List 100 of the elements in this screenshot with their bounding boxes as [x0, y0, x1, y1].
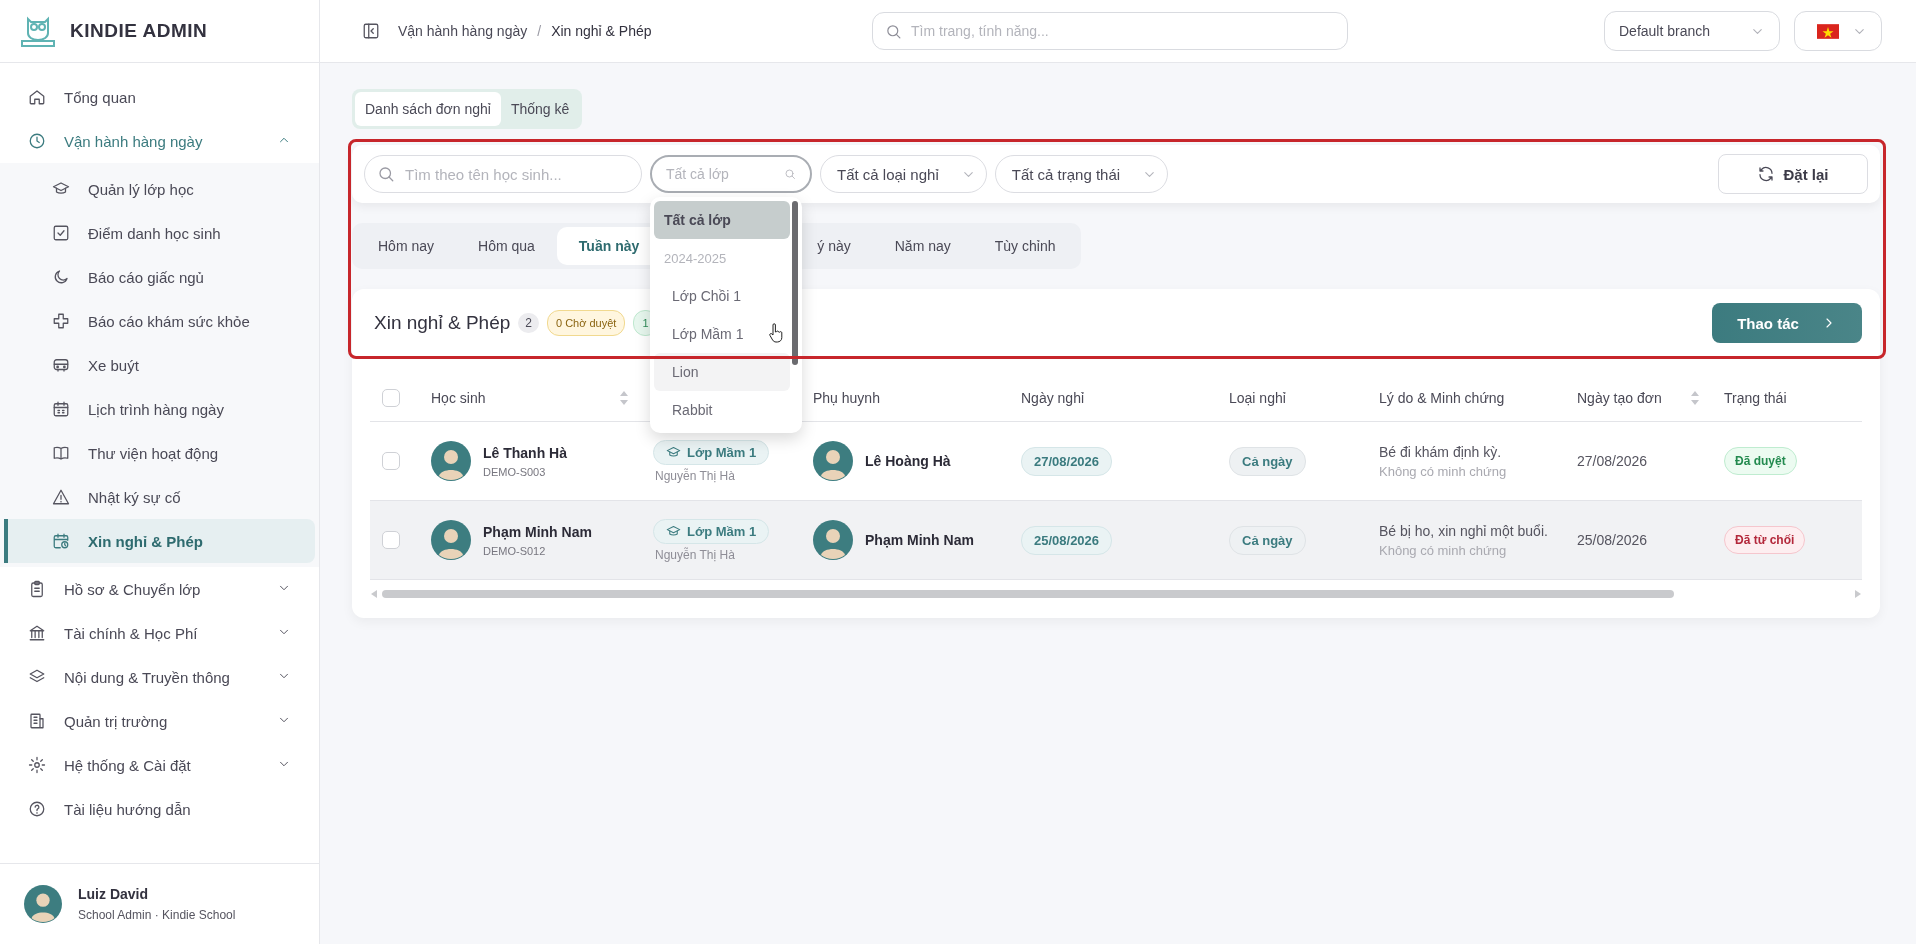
status-select[interactable]: Tất cả trạng thái — [994, 155, 1169, 193]
owl-logo-icon — [20, 15, 56, 47]
calendar-clock-icon — [52, 532, 70, 550]
reason-text: Bé đi khám định kỳ. — [1379, 443, 1503, 460]
avatar — [431, 441, 471, 481]
sort-icon[interactable] — [619, 390, 629, 406]
row-checkbox[interactable] — [382, 452, 400, 470]
sidebar-toggle-icon — [362, 22, 380, 40]
graduation-cap-icon — [666, 523, 681, 539]
sidebar-subitem[interactable]: Nhật ký sự cố — [0, 475, 315, 519]
page-tab[interactable]: Danh sách đơn nghỉ — [355, 92, 501, 126]
clipboard-icon — [28, 580, 46, 598]
scrollbar-thumb[interactable] — [382, 590, 1674, 598]
sidebar-item[interactable]: Nội dung & Truyền thông — [0, 655, 319, 699]
sidebar-item[interactable]: Tổng quan — [0, 75, 319, 119]
sort-icon[interactable] — [1690, 390, 1700, 406]
scroll-left-icon[interactable] — [370, 589, 378, 599]
sidebar-item[interactable]: Hồ sơ & Chuyển lớp — [0, 567, 319, 611]
clock-icon — [28, 132, 46, 150]
avatar — [813, 520, 853, 560]
dropdown-option[interactable]: Lion — [654, 353, 790, 391]
period-tab[interactable]: Hôm nay — [356, 227, 457, 265]
evidence-text: Không có minh chứng — [1379, 463, 1507, 479]
sidebar-subitem[interactable]: Thư viện hoạt động — [0, 431, 315, 475]
period-tab[interactable]: Năm nay — [872, 227, 973, 265]
column-header: Loại nghỉ — [1229, 390, 1286, 406]
sidebar-subitem[interactable]: Xin nghỉ & Phép — [4, 519, 315, 563]
student-id: DEMO-S012 — [483, 544, 547, 557]
column-header: Ngày tạo đơn — [1577, 390, 1662, 406]
parent-name: Lê Hoàng Hà — [865, 453, 951, 469]
sidebar-subitem[interactable]: Lịch trình hàng ngày — [0, 387, 315, 431]
column-header: Học sinh — [431, 390, 486, 406]
table-row[interactable]: Phạm Minh Nam DEMO-S012 Lớp Mầm 1 Nguyễn Thị Hà Phạm Minh Nam 25/08/2026 Cả ngày Bé bị ho, xin nghỉ một buổi. Không có minh chứng 25/08/2026 Đã từ chối — [370, 501, 1862, 580]
refresh-icon — [1757, 165, 1776, 183]
reset-button[interactable]: Đặt lại — [1718, 154, 1868, 194]
parent-name: Phạm Minh Nam — [865, 532, 974, 548]
leave-type-tag: Cả ngày — [1229, 446, 1306, 476]
created-date: 25/08/2026 — [1577, 532, 1648, 548]
bus-icon — [52, 356, 70, 374]
home-icon — [28, 88, 46, 106]
sidebar-item[interactable]: Tài chính & Học Phí — [0, 611, 319, 655]
select-all-checkbox[interactable] — [382, 389, 400, 407]
search-icon — [784, 168, 796, 180]
sidebar-subitem[interactable]: Quản lý lớp học — [0, 167, 315, 211]
evidence-text: Không có minh chứng — [1379, 542, 1508, 558]
student-name: Phạm Minh Nam — [483, 523, 592, 540]
leave-date-tag: 27/08/2026 — [1021, 446, 1113, 476]
class-tag: Lớp Mầm 1 — [653, 518, 770, 544]
column-header: Phụ huynh — [813, 390, 880, 406]
bank-icon — [28, 624, 46, 642]
sidebar-subitem[interactable]: Báo cáo khám sức khỏe — [0, 299, 315, 343]
option-group-label: 2024-2025 — [663, 249, 728, 268]
dropdown-option[interactable]: Tất cả lớp — [654, 201, 790, 239]
pointer-icon — [768, 323, 784, 343]
language-select[interactable] — [1794, 11, 1882, 51]
column-header: Trạng thái — [1724, 390, 1787, 406]
scrollbar[interactable] — [792, 201, 798, 365]
checkbox-icon — [52, 224, 70, 242]
sidebar-item[interactable]: Hệ thống & Cài đặt — [0, 743, 319, 787]
settings-icon — [28, 756, 46, 774]
calendar-icon — [52, 400, 70, 418]
sidebar-item[interactable]: Quản trị trường — [0, 699, 319, 743]
reason-text: Bé bị ho, xin nghỉ một buổi. — [1379, 522, 1548, 539]
book-icon — [52, 444, 70, 462]
sidebar-subitem[interactable]: Báo cáo giấc ngủ — [0, 255, 315, 299]
column-header: Ngày nghỉ — [1021, 390, 1085, 406]
actions-button[interactable]: Thao tác — [1712, 303, 1862, 343]
sidebar-subitem[interactable]: Xe buýt — [0, 343, 315, 387]
scroll-right-icon[interactable] — [1854, 589, 1862, 599]
breadcrumb-item[interactable]: Vận hành hàng ngày — [398, 23, 528, 39]
breadcrumb-separator: / — [537, 23, 542, 39]
status-count-badge: 0 Chờ duyệt — [546, 310, 626, 336]
period-tab[interactable]: Tùy chỉnh — [972, 227, 1078, 265]
user-name: Luiz David — [78, 886, 149, 902]
period-tab[interactable]: Hôm qua — [456, 227, 557, 265]
avatar — [24, 885, 62, 923]
row-checkbox[interactable] — [382, 531, 400, 549]
search-field[interactable]: Tìm trang, tính năng... — [872, 12, 1348, 50]
student-search-field[interactable]: Tìm theo tên học sinh... — [364, 155, 642, 193]
period-tab[interactable]: ý này — [811, 227, 873, 265]
leave-type-tag: Cả ngày — [1229, 525, 1306, 555]
teacher-name: Nguyễn Thị Hà — [654, 547, 736, 562]
sidebar-subitem[interactable]: Điểm danh học sinh — [0, 211, 315, 255]
leave-date-tag: 25/08/2026 — [1021, 525, 1113, 555]
class-tag: Lớp Mầm 1 — [653, 439, 770, 465]
search-icon — [377, 165, 395, 183]
user-role: School Admin · Kindie School — [78, 908, 236, 922]
help-icon — [28, 800, 46, 818]
created-date: 27/08/2026 — [1577, 453, 1648, 469]
cross-icon — [52, 312, 70, 330]
status-badge: Đã từ chối — [1724, 526, 1806, 554]
sidebar-item[interactable]: Vận hành hàng ngày — [0, 119, 319, 163]
student-name: Lê Thanh Hà — [483, 444, 567, 461]
avatar — [813, 441, 853, 481]
page-tab[interactable]: Thống kê — [500, 92, 580, 126]
leave-type-select[interactable]: Tất cả loại nghỉ — [820, 155, 987, 193]
moon-icon — [52, 268, 70, 286]
branch-select[interactable]: Default branch — [1604, 11, 1780, 51]
teacher-name: Nguyễn Thị Hà — [654, 468, 736, 483]
sidebar-item[interactable]: Tài liệu hướng dẫn — [0, 787, 319, 831]
